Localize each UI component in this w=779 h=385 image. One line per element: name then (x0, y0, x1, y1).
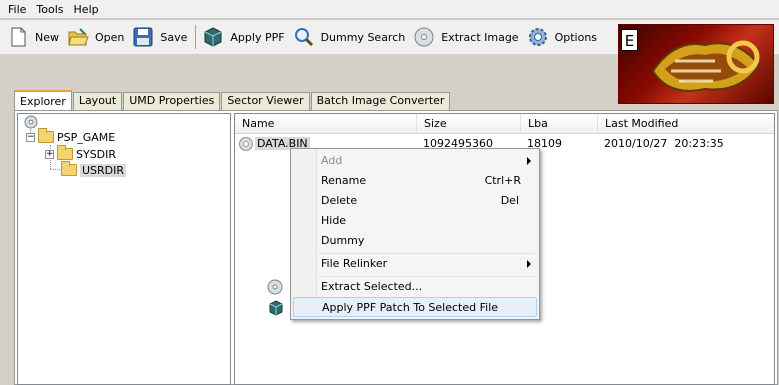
menu-item-label: Add (321, 154, 343, 167)
folder-icon (57, 145, 73, 160)
save-button[interactable]: Save (132, 22, 187, 52)
save-disk-icon (132, 26, 154, 48)
menu-item-shortcut: Del (500, 194, 519, 207)
file-disc-icon (239, 137, 253, 151)
tree-item-label-selected: USRDIR (80, 163, 127, 177)
gear-icon (527, 26, 549, 48)
dummy-search-button[interactable]: Dummy Search (293, 22, 406, 52)
menu-file[interactable]: File (3, 1, 31, 18)
menu-help[interactable]: Help (69, 1, 104, 18)
save-button-label: Save (160, 30, 188, 44)
column-last-modified[interactable]: Last Modified (598, 114, 774, 134)
tab-sector-viewer[interactable]: Sector Viewer (221, 92, 310, 110)
menu-item-dummy[interactable]: Dummy (293, 231, 537, 251)
expand-icon[interactable]: + (45, 149, 54, 159)
dummy-search-label: Dummy Search (320, 30, 406, 44)
column-size[interactable]: Size (417, 114, 521, 134)
tab-batch-image-converter[interactable]: Batch Image Converter (310, 92, 451, 110)
apply-ppf-button[interactable]: Apply PPF (202, 22, 285, 52)
submenu-arrow-icon (527, 157, 531, 165)
menu-item-shortcut: Ctrl+R (484, 174, 521, 187)
column-name[interactable]: Name (235, 114, 417, 134)
list-header: Name Size Lba Last Modified (235, 114, 774, 134)
options-button[interactable]: Options (527, 22, 597, 52)
tree-item-sysdir[interactable]: + SYSDIR (45, 145, 117, 162)
tree-item-usrdir[interactable]: USRDIR (61, 161, 127, 178)
context-menu: Add Rename Ctrl+R Delete Del Hide Dummy … (267, 148, 540, 320)
menu-tools[interactable]: Tools (31, 1, 68, 18)
collapse-icon[interactable]: − (26, 132, 35, 142)
menu-item-extract-selected[interactable]: Extract Selected... (267, 277, 537, 297)
menu-item-delete[interactable]: Delete Del (293, 191, 537, 211)
ppf-cube-icon (268, 300, 284, 316)
ppf-cube-icon (202, 26, 224, 48)
open-folder-icon (67, 26, 89, 48)
options-label: Options (554, 30, 598, 44)
menu-item-label: Dummy (321, 234, 365, 247)
tree-item-label: PSP_GAME (57, 130, 116, 144)
new-file-icon (7, 26, 29, 48)
game-logo: E (618, 24, 774, 104)
menu-item-label: Apply PPF Patch To Selected File (322, 301, 499, 314)
menu-item-label: Rename (321, 174, 367, 187)
menu-item-label: Extract Selected... (321, 280, 423, 293)
new-button-label: New (35, 30, 59, 44)
column-lba[interactable]: Lba (521, 114, 598, 134)
file-last-modified: 2010/10/27 20:23:35 (604, 137, 724, 150)
menu-item-add[interactable]: Add (293, 151, 537, 171)
menu-bar: File Tools Help (0, 0, 779, 19)
open-button[interactable]: Open (67, 22, 124, 52)
apply-ppf-label: Apply PPF (230, 30, 285, 44)
tree-item-psp-game[interactable]: − PSP_GAME (26, 128, 116, 145)
tree-item-label: SYSDIR (76, 147, 117, 161)
menu-item-rename[interactable]: Rename Ctrl+R (293, 171, 537, 191)
extract-image-label: Extract Image (441, 30, 519, 44)
extract-image-button[interactable]: Extract Image (413, 22, 519, 52)
toolbar-separator (195, 25, 197, 49)
tab-strip: Explorer Layout UMD Properties Sector Vi… (14, 89, 451, 111)
tab-layout[interactable]: Layout (72, 92, 123, 110)
menu-item-label: Delete (321, 194, 358, 207)
folder-icon (61, 161, 77, 176)
menu-item-label: Hide (321, 214, 347, 227)
tree-line (50, 169, 60, 170)
folder-tree[interactable]: − PSP_GAME + SYSDIR USRDIR (17, 113, 231, 385)
menu-item-file-relinker[interactable]: File Relinker (293, 254, 537, 274)
disc-icon (413, 26, 435, 48)
new-button[interactable]: New (7, 22, 59, 52)
menu-item-label: File Relinker (321, 257, 388, 270)
game-title-emblem (651, 40, 761, 92)
tab-explorer[interactable]: Explorer (14, 90, 72, 111)
menu-item-hide[interactable]: Hide (293, 211, 537, 231)
open-button-label: Open (95, 30, 125, 44)
folder-icon (38, 128, 54, 143)
magnifier-icon (293, 26, 315, 48)
menu-item-apply-ppf-patch[interactable]: Apply PPF Patch To Selected File (269, 297, 537, 317)
logo-letter-box: E (621, 29, 638, 51)
tab-umd-properties[interactable]: UMD Properties (123, 92, 221, 110)
submenu-arrow-icon (527, 260, 531, 268)
disc-icon (267, 279, 283, 295)
